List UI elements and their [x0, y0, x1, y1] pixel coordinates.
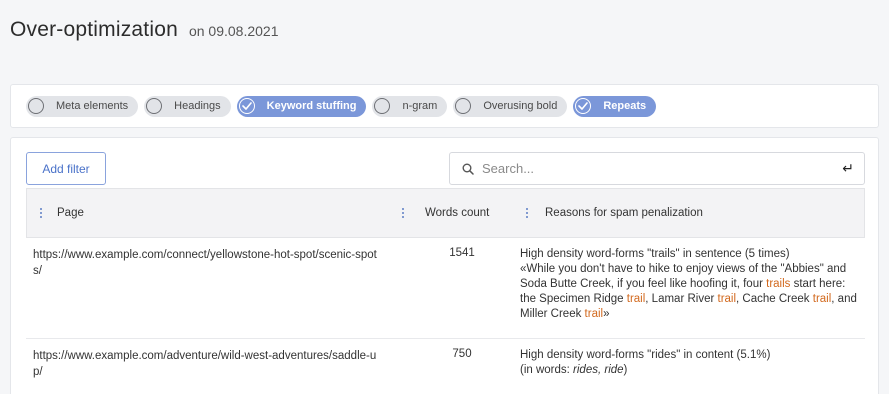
filter-chip-label: Overusing bold	[483, 100, 558, 112]
filter-chip-keyword-stuffing[interactable]: Keyword stuffing	[236, 95, 367, 117]
filter-chip-label: Repeats	[603, 100, 647, 112]
filter-chip-overusing-bold[interactable]: Overusing bold	[453, 95, 568, 117]
radio-icon	[146, 98, 163, 114]
reason-quote: «While you don't have to hike to enjoy v…	[520, 262, 857, 322]
filter-chip-meta-elements[interactable]: Meta elements	[26, 95, 139, 117]
filter-chip-label: Meta elements	[56, 100, 129, 112]
radio-icon	[28, 98, 44, 114]
page-url[interactable]: https://www.example.com/connect/yellowst…	[26, 238, 391, 338]
radio-icon	[374, 98, 391, 114]
highlighted-keyword: trail	[717, 293, 737, 305]
results-card: Add filter ↵ Page Words count Reasons fo…	[10, 137, 879, 394]
search-box: ↵	[449, 152, 865, 185]
reason-title: High density word-forms "trails" in sent…	[520, 248, 790, 260]
search-input[interactable]	[482, 161, 843, 176]
report-date: on 09.08.2021	[188, 23, 279, 39]
column-menu-icon[interactable]	[524, 208, 530, 218]
highlighted-keyword: trail	[626, 293, 646, 305]
table-row: https://www.example.com/connect/yellowst…	[26, 238, 865, 339]
in-words-prefix: (in words:	[520, 364, 574, 376]
words-count: 1541	[449, 247, 475, 259]
highlighted-keyword: trails	[766, 278, 791, 290]
column-label-reasons: Reasons for spam penalization	[545, 207, 703, 219]
column-menu-icon[interactable]	[400, 208, 406, 218]
enter-icon[interactable]: ↵	[842, 160, 854, 177]
reason-title: High density word-forms "rides" in conte…	[520, 349, 771, 361]
check-icon	[238, 98, 255, 114]
filter-chip-headings[interactable]: Headings	[144, 95, 231, 117]
highlighted-keyword: trail	[584, 308, 604, 320]
table-row: https://www.example.com/adventure/wild-w…	[26, 339, 865, 394]
table-header: Page Words count Reasons for spam penali…	[26, 188, 865, 238]
check-icon	[575, 98, 592, 114]
add-filter-button[interactable]: Add filter	[26, 152, 106, 185]
reason-words: (in words: rides, ride)	[520, 363, 857, 378]
filter-chip-repeats[interactable]: Repeats	[573, 95, 657, 117]
filter-chip-bar: Meta elements Headings Keyword stuffing n-g…	[10, 84, 879, 128]
in-words-list: rides, ride	[573, 364, 624, 376]
column-header-reasons: Reasons for spam penalization	[512, 189, 864, 237]
column-label-words: Words count	[425, 207, 490, 219]
radio-icon	[455, 98, 472, 114]
column-menu-icon[interactable]	[38, 208, 44, 218]
page-title: Over-optimization	[10, 18, 178, 41]
filter-chip-label: n-gram	[402, 100, 438, 112]
page-url[interactable]: https://www.example.com/adventure/wild-w…	[26, 339, 391, 394]
words-count: 750	[452, 348, 472, 360]
filter-chip-label: Keyword stuffing	[266, 100, 357, 112]
search-icon	[462, 163, 474, 175]
in-words-suffix: )	[623, 364, 628, 376]
spam-reason: High density word-forms "rides" in conte…	[511, 339, 865, 394]
filter-chip-n-gram[interactable]: n-gram	[372, 95, 448, 117]
column-header-page: Page	[27, 189, 392, 237]
page-header: Over-optimization on 09.08.2021	[10, 18, 279, 42]
quote-text: , Cache Creek	[736, 293, 813, 305]
column-label-page: Page	[57, 207, 84, 219]
results-table: Page Words count Reasons for spam penali…	[26, 188, 865, 394]
column-header-words: Words count	[392, 189, 512, 237]
spam-reason: High density word-forms "trails" in sent…	[511, 238, 865, 338]
quote-text: , Lamar River	[645, 293, 718, 305]
filter-chip-label: Headings	[174, 100, 221, 112]
quote-text: »	[603, 308, 610, 320]
highlighted-keyword: trail	[812, 293, 832, 305]
